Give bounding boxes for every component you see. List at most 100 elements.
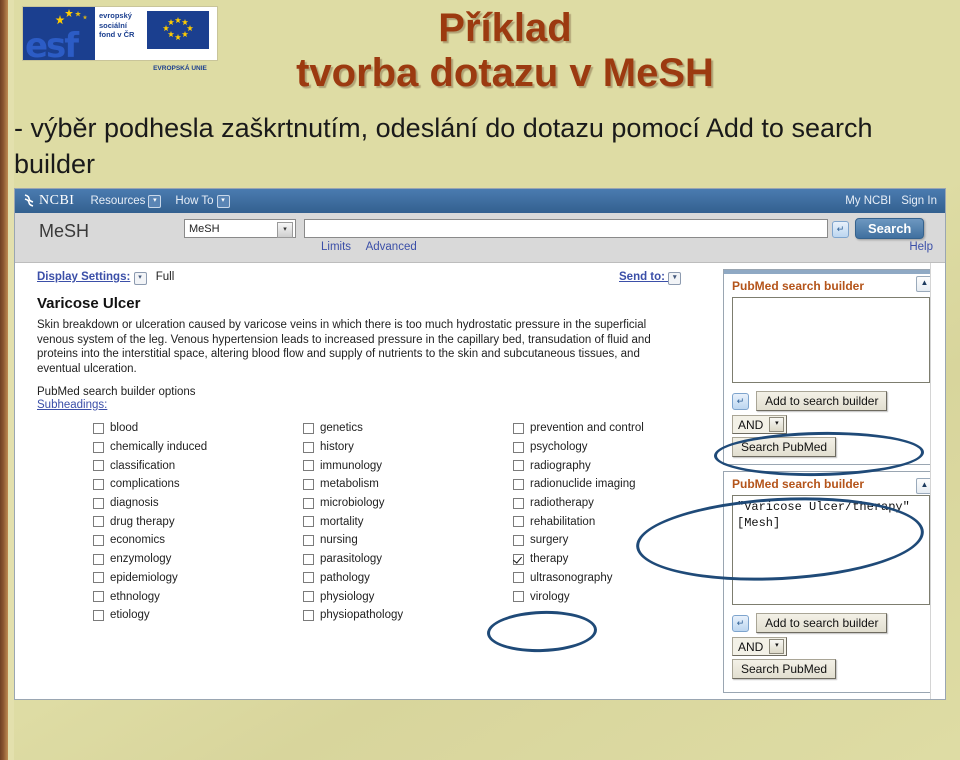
search-pubmed-button-bottom[interactable]: Search PubMed	[732, 659, 837, 679]
slide-canvas: esf evropský sociální fond v ČR EVROPSKÁ…	[0, 0, 960, 760]
subheading-row[interactable]: drug therapy	[93, 512, 303, 531]
checkbox-icon[interactable]	[93, 422, 104, 434]
checkbox-icon[interactable]	[513, 422, 524, 434]
checkbox-icon[interactable]	[93, 478, 104, 490]
slide-title-line2: tvorba dotazu v MeSH	[296, 51, 714, 95]
checkbox-icon[interactable]	[513, 497, 524, 509]
subheading-label: ethnology	[110, 590, 160, 603]
subheading-row[interactable]: radiography	[513, 456, 693, 475]
add-to-search-builder-button-bottom[interactable]: Add to search builder	[756, 613, 888, 633]
checkbox-icon[interactable]	[93, 534, 104, 546]
subheading-label: chemically induced	[110, 441, 208, 454]
checkbox-icon[interactable]	[513, 441, 524, 453]
checkbox-icon[interactable]	[303, 460, 314, 472]
subheading-row[interactable]: epidemiology	[93, 569, 303, 588]
subheading-row[interactable]: ultrasonography	[513, 569, 693, 588]
checkbox-icon[interactable]	[513, 591, 524, 603]
scrollbar-thumb[interactable]	[932, 263, 944, 563]
subheading-row[interactable]: pathology	[303, 569, 513, 588]
subheading-row[interactable]: psychology	[513, 438, 693, 457]
link-sign-in[interactable]: Sign In	[901, 195, 937, 207]
database-select[interactable]: MeSH ▾	[184, 219, 296, 238]
subheading-row[interactable]: physiopathology	[303, 606, 513, 625]
ncbi-logo[interactable]: NCBI	[23, 193, 74, 209]
display-settings-row[interactable]: Display Settings: ▾ Full	[37, 271, 715, 285]
search-button[interactable]: Search	[855, 218, 925, 239]
esf-logo-mark: esf	[23, 7, 95, 60]
checkbox-icon[interactable]	[303, 422, 314, 434]
checkbox-icon[interactable]	[93, 591, 104, 603]
checkbox-icon[interactable]	[303, 497, 314, 509]
nav-how-to[interactable]: How To ▾	[175, 194, 230, 208]
subheading-row[interactable]: nursing	[303, 531, 513, 550]
checkbox-icon[interactable]	[303, 572, 314, 584]
subheading-row[interactable]: history	[303, 438, 513, 457]
checkbox-icon[interactable]	[303, 534, 314, 546]
subheading-row[interactable]: chemically induced	[93, 438, 303, 457]
subheading-row[interactable]: blood	[93, 419, 303, 438]
subheading-label: epidemiology	[110, 571, 178, 584]
link-my-ncbi[interactable]: My NCBI	[845, 195, 891, 207]
subheading-row[interactable]: genetics	[303, 419, 513, 438]
operator-select-top[interactable]: AND ▾	[732, 415, 788, 434]
add-to-search-builder-button-top[interactable]: Add to search builder	[756, 391, 888, 411]
subheading-row[interactable]: parasitology	[303, 550, 513, 569]
operator-select-bottom[interactable]: AND ▾	[732, 637, 788, 656]
subheading-row[interactable]: immunology	[303, 456, 513, 475]
checkbox-icon[interactable]	[93, 460, 104, 472]
subheading-label: history	[320, 441, 354, 454]
subheading-row[interactable]: radionuclide imaging	[513, 475, 693, 494]
subheading-row[interactable]: virology	[513, 587, 693, 606]
checkbox-icon[interactable]	[93, 516, 104, 528]
link-limits[interactable]: Limits	[321, 241, 351, 253]
subheading-row[interactable]: diagnosis	[93, 494, 303, 513]
checkbox-icon[interactable]	[513, 460, 524, 472]
checkbox-icon[interactable]	[93, 553, 104, 565]
subheadings-label[interactable]: Subheadings:	[37, 399, 715, 411]
checkbox-icon[interactable]	[303, 591, 314, 603]
nav-resources[interactable]: Resources ▾	[90, 194, 162, 208]
subheading-row[interactable]: radiotherapy	[513, 494, 693, 513]
checkbox-icon[interactable]	[93, 609, 104, 621]
subheading-label: physiology	[320, 590, 375, 603]
subheading-label: surgery	[530, 534, 569, 547]
subheading-row[interactable]: microbiology	[303, 494, 513, 513]
search-input[interactable]	[304, 219, 828, 238]
subheading-label: ultrasonography	[530, 571, 613, 584]
subheading-label: diagnosis	[110, 497, 159, 510]
link-advanced[interactable]: Advanced	[366, 241, 417, 253]
checkbox-icon[interactable]	[513, 553, 524, 565]
subheading-label: economics	[110, 534, 165, 547]
subheading-row[interactable]: enzymology	[93, 550, 303, 569]
clear-query-icon[interactable]: ↵	[832, 221, 849, 238]
subheading-row[interactable]: mortality	[303, 512, 513, 531]
subheading-row[interactable]: economics	[93, 531, 303, 550]
subheading-row[interactable]: etiology	[93, 606, 303, 625]
checkbox-icon[interactable]	[513, 534, 524, 546]
search-bar: MeSH MeSH ▾ ↵ Search Limits Advanced Hel…	[15, 213, 945, 263]
panel-top-textarea[interactable]	[732, 297, 930, 383]
subheading-row[interactable]: classification	[93, 456, 303, 475]
checkbox-icon[interactable]	[93, 572, 104, 584]
content-scrollbar[interactable]	[930, 263, 945, 699]
enter-key-icon[interactable]: ↵	[732, 392, 749, 410]
checkbox-icon[interactable]	[303, 478, 314, 490]
checkbox-icon[interactable]	[303, 553, 314, 565]
checkbox-icon[interactable]	[513, 478, 524, 490]
checkbox-icon[interactable]	[93, 441, 104, 453]
chevron-down-icon: ▾	[769, 417, 785, 432]
checkbox-icon[interactable]	[303, 516, 314, 528]
subheading-row[interactable]: physiology	[303, 587, 513, 606]
checkbox-icon[interactable]	[93, 497, 104, 509]
subheading-row[interactable]: complications	[93, 475, 303, 494]
enter-key-icon[interactable]: ↵	[732, 614, 749, 632]
subheading-row[interactable]: prevention and control	[513, 419, 693, 438]
checkbox-icon[interactable]	[303, 441, 314, 453]
send-to-menu[interactable]: Send to: ▾	[619, 271, 682, 285]
checkbox-icon[interactable]	[303, 609, 314, 621]
checkbox-icon[interactable]	[513, 516, 524, 528]
link-help[interactable]: Help	[909, 241, 933, 253]
subheading-row[interactable]: metabolism	[303, 475, 513, 494]
subheading-row[interactable]: ethnology	[93, 587, 303, 606]
checkbox-icon[interactable]	[513, 572, 524, 584]
